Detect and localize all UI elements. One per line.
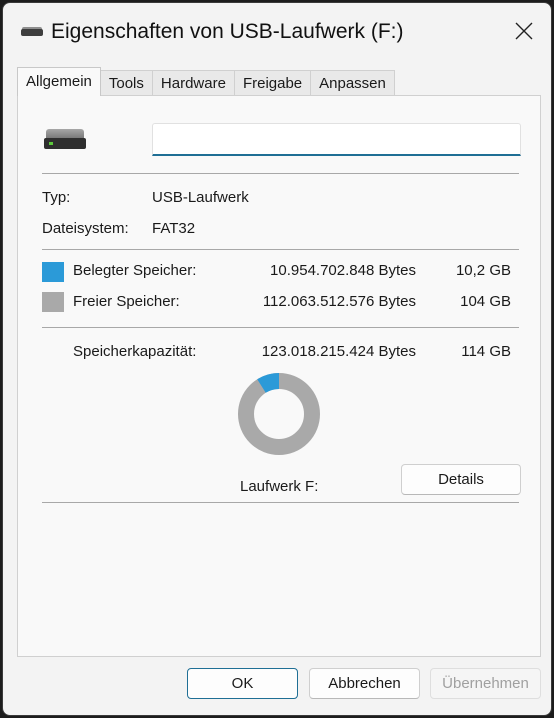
free-space-swatch — [42, 292, 64, 312]
tab-bar: Allgemein Tools Hardware Freigabe Anpass… — [17, 67, 395, 96]
type-label: Typ: — [42, 189, 71, 206]
filesystem-value: FAT32 — [152, 220, 196, 237]
tab-freigabe[interactable]: Freigabe — [233, 70, 312, 95]
capacity-bytes: 123.018.215.424 Bytes — [261, 343, 416, 360]
drive-name-input[interactable] — [152, 123, 521, 156]
cancel-button[interactable]: Abbrechen — [309, 668, 420, 699]
close-icon — [515, 22, 533, 40]
usage-donut-chart — [238, 373, 320, 455]
window-title: Eigenschaften von USB-Laufwerk (F:) — [51, 20, 404, 43]
tab-tools[interactable]: Tools — [99, 70, 153, 95]
properties-window: Eigenschaften von USB-Laufwerk (F:) Allg… — [2, 2, 552, 716]
donut-used-segment — [257, 373, 280, 394]
general-panel: Typ: USB-Laufwerk Dateisystem: FAT32 Bel… — [17, 95, 541, 657]
capacity-size: 114 GB — [461, 343, 511, 360]
divider — [42, 502, 519, 503]
donut-free-segment — [238, 373, 320, 455]
usb-drive-title-icon — [21, 27, 43, 37]
divider — [42, 173, 519, 174]
divider — [42, 249, 519, 250]
type-value: USB-Laufwerk — [152, 189, 249, 206]
ok-button[interactable]: OK — [187, 668, 298, 699]
usb-drive-icon — [44, 129, 86, 149]
used-space-swatch — [42, 262, 64, 282]
free-space-bytes: 112.063.512.576 Bytes — [262, 293, 416, 310]
tab-allgemein[interactable]: Allgemein — [17, 67, 101, 96]
divider — [42, 327, 519, 328]
details-button[interactable]: Details — [401, 464, 521, 495]
used-space-label: Belegter Speicher: — [73, 262, 197, 279]
apply-button[interactable]: Übernehmen — [430, 668, 541, 699]
used-space-bytes: 10.954.702.848 Bytes — [270, 262, 416, 279]
close-button[interactable] — [495, 3, 551, 59]
title-bar: Eigenschaften von USB-Laufwerk (F:) — [3, 3, 551, 59]
drive-letter-label: Laufwerk F: — [240, 478, 319, 495]
free-space-label: Freier Speicher: — [73, 293, 180, 310]
tab-hardware[interactable]: Hardware — [151, 70, 235, 95]
filesystem-label: Dateisystem: — [42, 220, 129, 237]
tab-anpassen[interactable]: Anpassen — [310, 70, 395, 95]
free-space-size: 104 GB — [460, 293, 511, 310]
used-space-size: 10,2 GB — [455, 262, 511, 279]
capacity-label: Speicherkapazität: — [73, 343, 197, 360]
